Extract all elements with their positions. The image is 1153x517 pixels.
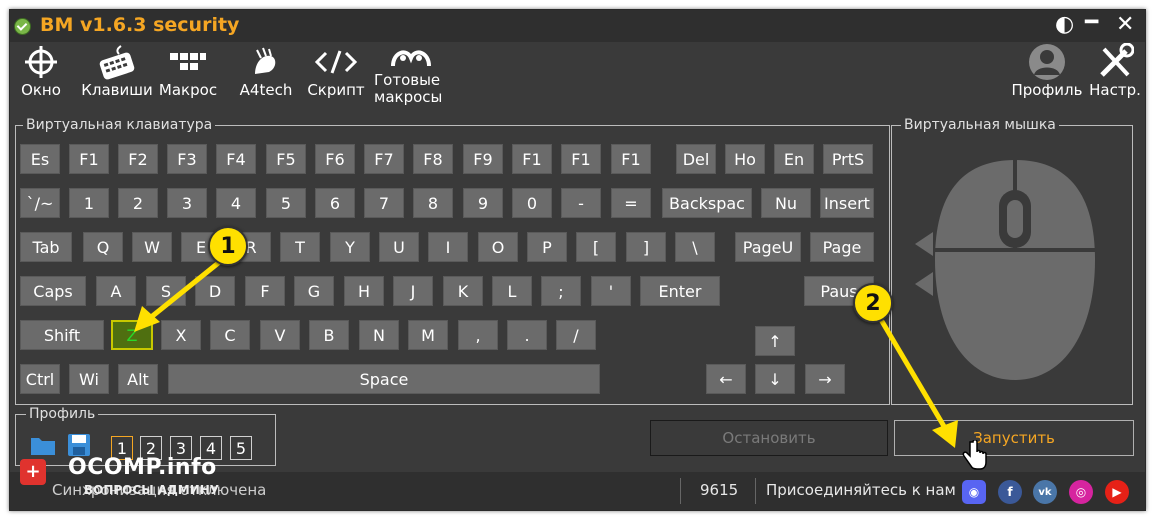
annotation-marker-1: 1 bbox=[208, 226, 248, 266]
annotation-marker-2: 2 bbox=[853, 283, 893, 323]
hand-cursor-icon bbox=[962, 440, 987, 470]
